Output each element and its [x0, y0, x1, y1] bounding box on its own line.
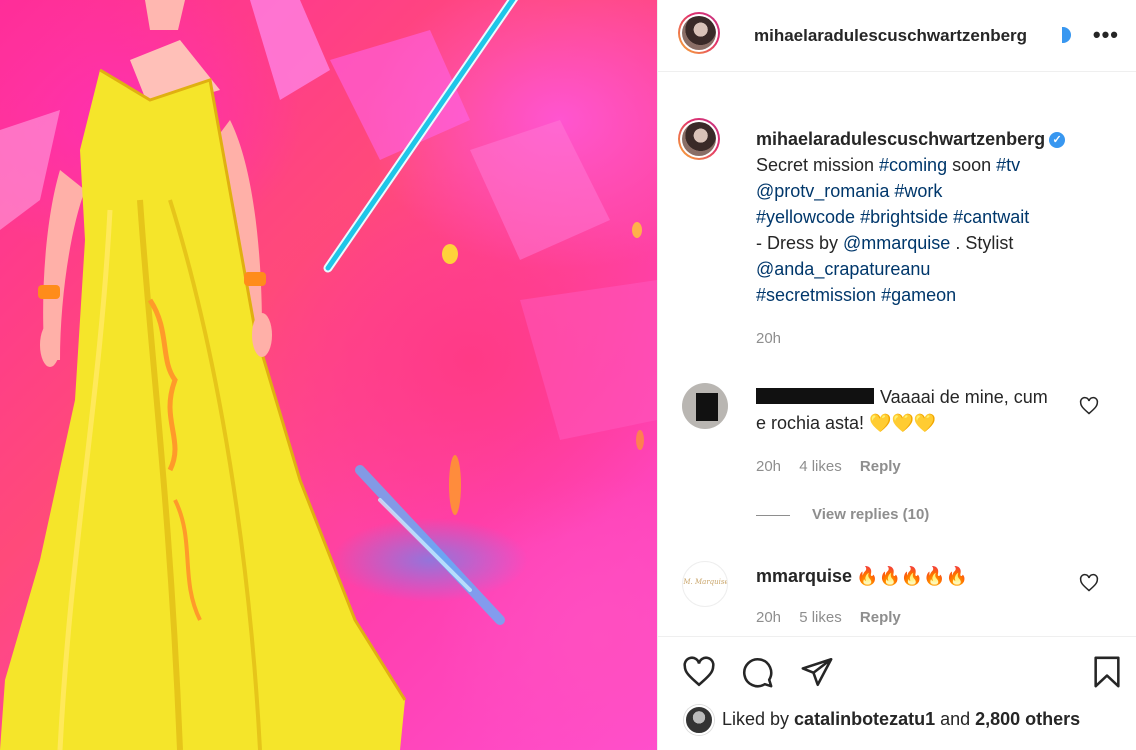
share-icon[interactable] — [800, 655, 834, 689]
comment-likes[interactable]: 4 likes — [799, 458, 842, 475]
comment-meta: 20h 5 likes Reply — [756, 609, 915, 626]
commenter-avatar[interactable]: M. Marquise — [682, 561, 728, 607]
post-header: mihaelaradulescuschwartzenberg ••• — [658, 0, 1136, 72]
author-username[interactable]: mihaelaradulescuschwartzenberg — [754, 26, 1027, 46]
view-replies-label: View replies (10) — [812, 506, 930, 523]
bookmark-icon[interactable] — [1090, 655, 1124, 689]
view-replies-line — [756, 514, 790, 516]
comment-icon[interactable] — [740, 655, 774, 689]
hashtag-link[interactable]: #tv — [996, 155, 1020, 175]
reply-button[interactable]: Reply — [860, 458, 901, 475]
caption-timestamp[interactable]: 20h — [756, 330, 781, 347]
hashtag-link[interactable]: #gameon — [881, 285, 956, 305]
verified-badge-icon — [1062, 27, 1071, 43]
mention-link[interactable]: @mmarquise — [843, 233, 950, 253]
likes-middle: and — [935, 709, 976, 729]
comment-timestamp[interactable]: 20h — [756, 609, 781, 626]
more-options-icon[interactable]: ••• — [1093, 22, 1119, 48]
likes-prefix: Liked by — [722, 709, 795, 729]
reply-button[interactable]: Reply — [860, 609, 901, 626]
likes-others-link[interactable]: 2,800 others — [975, 709, 1080, 729]
hashtag-link[interactable]: #secretmission — [756, 285, 876, 305]
likes-summary: Liked by catalinbotezatu1 and 2,800 othe… — [722, 709, 1080, 730]
comment-like-heart-icon[interactable] — [1079, 396, 1099, 416]
liker-avatar[interactable] — [684, 705, 714, 735]
comment-likes[interactable]: 5 likes — [799, 609, 842, 626]
comment-timestamp[interactable]: 20h — [756, 458, 781, 475]
comment-meta: 20h 4 likes Reply — [756, 458, 915, 475]
view-replies-button[interactable]: View replies (10) — [756, 506, 929, 523]
commenter-username[interactable]: mmarquise — [756, 566, 852, 586]
heart-icon[interactable] — [682, 655, 716, 689]
comment-like-heart-icon[interactable] — [1079, 573, 1099, 593]
caption-text-part: . Stylist — [950, 233, 1014, 253]
mention-link[interactable]: @protv_romania — [756, 181, 889, 201]
caption-text-part: soon — [947, 155, 997, 175]
caption-text-part: - Dress by — [756, 233, 844, 253]
hashtag-link[interactable]: #cantwait — [953, 207, 1029, 227]
author-avatar[interactable] — [678, 12, 720, 54]
caption-username[interactable]: mihaelaradulescuschwartzenberg — [756, 129, 1045, 149]
caption-meta: 20h — [756, 330, 795, 347]
caption-avatar[interactable] — [678, 118, 720, 160]
mention-link[interactable]: @anda_crapatureanu — [756, 259, 930, 279]
caption-text-part: Secret mission — [756, 155, 880, 175]
comment: Vaaaai de mine, cum e rochia asta! 💛💛💛 — [756, 384, 1056, 436]
post-image-artwork — [0, 0, 657, 750]
hashtag-link[interactable]: #work — [894, 181, 942, 201]
hashtag-link[interactable]: #brightside — [860, 207, 948, 227]
post-image[interactable] — [0, 0, 657, 750]
commenter-avatar[interactable] — [682, 383, 728, 429]
post-actions-bar: Liked by catalinbotezatu1 and 2,800 othe… — [658, 636, 1136, 750]
avatar-logo-text: M. Marquise — [683, 578, 728, 586]
verified-badge-icon: ✓ — [1049, 132, 1066, 148]
liker-username[interactable]: catalinbotezatu1 — [794, 709, 935, 729]
comment: mmarquise 🔥🔥🔥🔥🔥 — [756, 563, 1056, 589]
comment-text: 🔥🔥🔥🔥🔥 — [856, 566, 969, 586]
hashtag-link[interactable]: #yellowcode — [756, 207, 855, 227]
post-caption: mihaelaradulescuschwartzenberg ✓ Secret m… — [756, 126, 1116, 308]
hashtag-link[interactable]: #coming — [879, 155, 947, 175]
post-details-panel: mihaelaradulescuschwartzenberg ••• mihae… — [657, 0, 1136, 750]
redacted-username — [756, 388, 874, 404]
